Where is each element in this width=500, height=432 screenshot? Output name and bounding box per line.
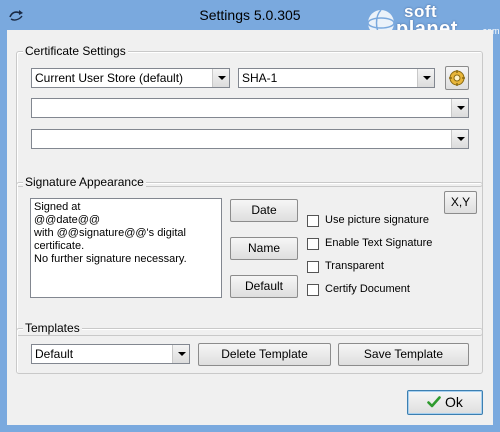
template-value: Default (35, 347, 74, 361)
transparent-label: Transparent (325, 260, 384, 272)
enable-text-label: Enable Text Signature (325, 237, 433, 249)
default-button[interactable]: Default (230, 275, 298, 298)
settings-window: Settings 5.0.305 soft planet .com Certif… (0, 0, 500, 432)
templates-legend: Templates (23, 321, 82, 335)
use-picture-checkbox[interactable]: Use picture signature (307, 213, 457, 229)
transparent-box[interactable] (307, 261, 319, 273)
checkmark-icon (427, 396, 441, 408)
ok-label: Ok (445, 394, 463, 410)
ok-button[interactable]: Ok (407, 390, 483, 415)
signature-text-area[interactable]: Signed at @@date@@ with @@signature@@'s … (30, 198, 222, 298)
use-picture-box[interactable] (307, 215, 319, 227)
certificate-settings-button[interactable] (445, 66, 469, 90)
chevron-down-icon[interactable] (172, 345, 189, 363)
save-template-button[interactable]: Save Template (338, 343, 469, 366)
certificate-select[interactable] (31, 98, 469, 118)
timestamp-select[interactable] (31, 129, 469, 149)
enable-text-checkbox[interactable]: Enable Text Signature (307, 236, 467, 252)
certify-document-checkbox[interactable]: Certify Document (307, 282, 447, 298)
transparent-checkbox[interactable]: Transparent (307, 259, 427, 275)
certificate-settings-legend: Certificate Settings (23, 44, 128, 58)
chevron-down-icon[interactable] (417, 69, 434, 87)
signature-appearance-legend: Signature Appearance (23, 175, 146, 189)
use-picture-label: Use picture signature (325, 214, 429, 226)
delete-template-button[interactable]: Delete Template (198, 343, 331, 366)
chevron-down-icon[interactable] (451, 130, 468, 148)
chevron-down-icon[interactable] (212, 69, 229, 87)
certificate-store-value: Current User Store (default) (35, 71, 184, 85)
hash-algorithm-select[interactable]: SHA-1 (238, 68, 435, 88)
certify-document-box[interactable] (307, 284, 319, 296)
date-button[interactable]: Date (230, 199, 298, 222)
title-bar[interactable]: Settings 5.0.305 soft planet .com (0, 0, 500, 40)
hash-algorithm-value: SHA-1 (242, 71, 278, 85)
enable-text-box[interactable] (307, 238, 319, 250)
template-select[interactable]: Default (31, 344, 190, 364)
xy-button[interactable]: X,Y (444, 191, 477, 214)
certify-document-label: Certify Document (325, 283, 410, 295)
certificate-store-select[interactable]: Current User Store (default) (31, 68, 230, 88)
gear-icon (449, 70, 465, 86)
chevron-down-icon[interactable] (451, 99, 468, 117)
client-area: Certificate Settings Current User Store … (7, 30, 493, 425)
name-button[interactable]: Name (230, 237, 298, 260)
